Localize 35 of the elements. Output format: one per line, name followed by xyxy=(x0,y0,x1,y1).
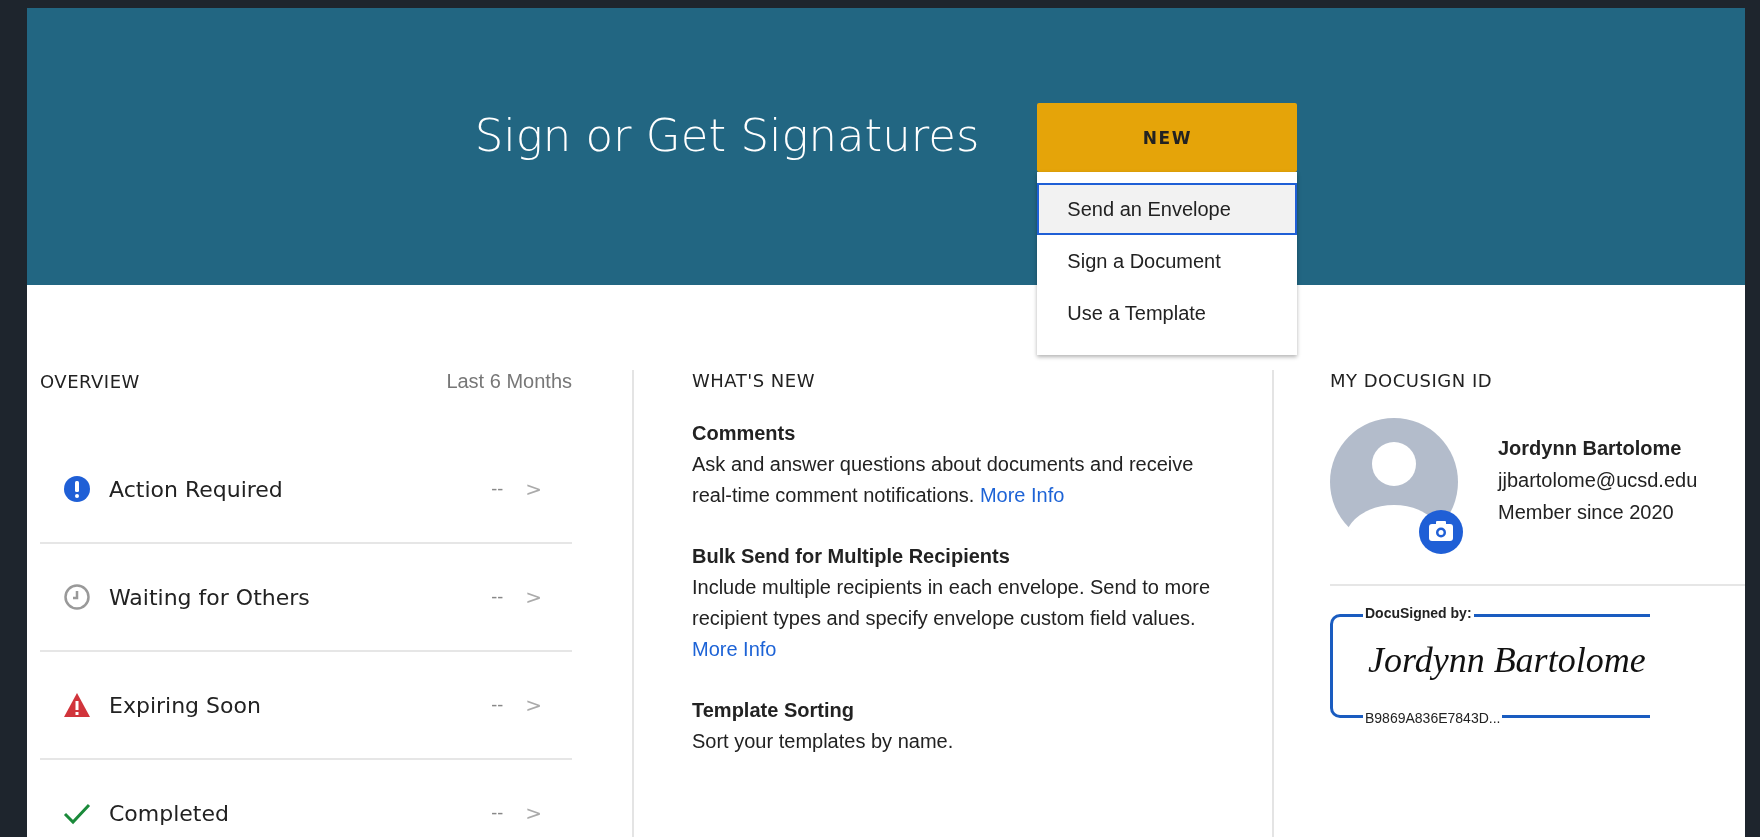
warning-icon xyxy=(63,691,91,719)
count-label: -- xyxy=(491,478,504,500)
new-button[interactable]: NEW xyxy=(1037,103,1298,172)
status-label[interactable]: Expiring Soon xyxy=(109,692,492,718)
status-label[interactable]: Action Required xyxy=(109,476,492,502)
member-since: Member since 2020 xyxy=(1498,500,1675,525)
signature-code: B9869A836E7843D... xyxy=(1363,710,1503,726)
period-label: Last 6 Months xyxy=(446,370,572,393)
signature: Jordynn Bartolome xyxy=(1368,639,1646,681)
clock-icon xyxy=(63,583,91,611)
menu-item[interactable]: Send an Envelope xyxy=(1037,183,1298,235)
more-info-link[interactable]: More Info xyxy=(692,638,777,660)
camera-icon[interactable] xyxy=(1419,510,1463,554)
count-label: -- xyxy=(491,586,504,608)
menu-item[interactable]: Sign a Document xyxy=(1037,235,1298,287)
section-heading: OVERVIEW xyxy=(40,371,140,392)
user-email: jjbartolome@ucsd.edu xyxy=(1498,468,1698,493)
menu-item[interactable]: Use a Template xyxy=(1037,287,1298,339)
section-heading: MY DOCUSIGN ID xyxy=(1330,370,1493,391)
count-label: -- xyxy=(491,802,504,824)
alert-icon xyxy=(63,475,91,503)
news-title: Bulk Send for Multiple Recipients xyxy=(692,544,1011,569)
more-info-link[interactable]: More Info xyxy=(979,484,1065,506)
news-text: Sort your templates by name. xyxy=(692,729,955,754)
section-heading: WHAT'S NEW xyxy=(692,370,815,391)
news-text: Include multiple recipients in each envelope. Send to more recipient types and specify envelope custom field values. More Info xyxy=(692,575,1212,662)
status-label[interactable]: Completed xyxy=(109,800,492,826)
user-name: Jordynn Bartolome xyxy=(1498,436,1683,461)
signed-by-label: DocuSigned by: xyxy=(1363,605,1474,621)
status-label[interactable]: Waiting for Others xyxy=(109,584,492,610)
news-title: Comments xyxy=(692,421,797,446)
page-title: Sign or Get Signatures xyxy=(474,109,980,164)
news-title: Template Sorting xyxy=(692,698,855,723)
count-label: -- xyxy=(491,694,504,716)
news-text: Ask and answer questions about documents and receive real-time comment notifications. More Info xyxy=(692,452,1195,508)
